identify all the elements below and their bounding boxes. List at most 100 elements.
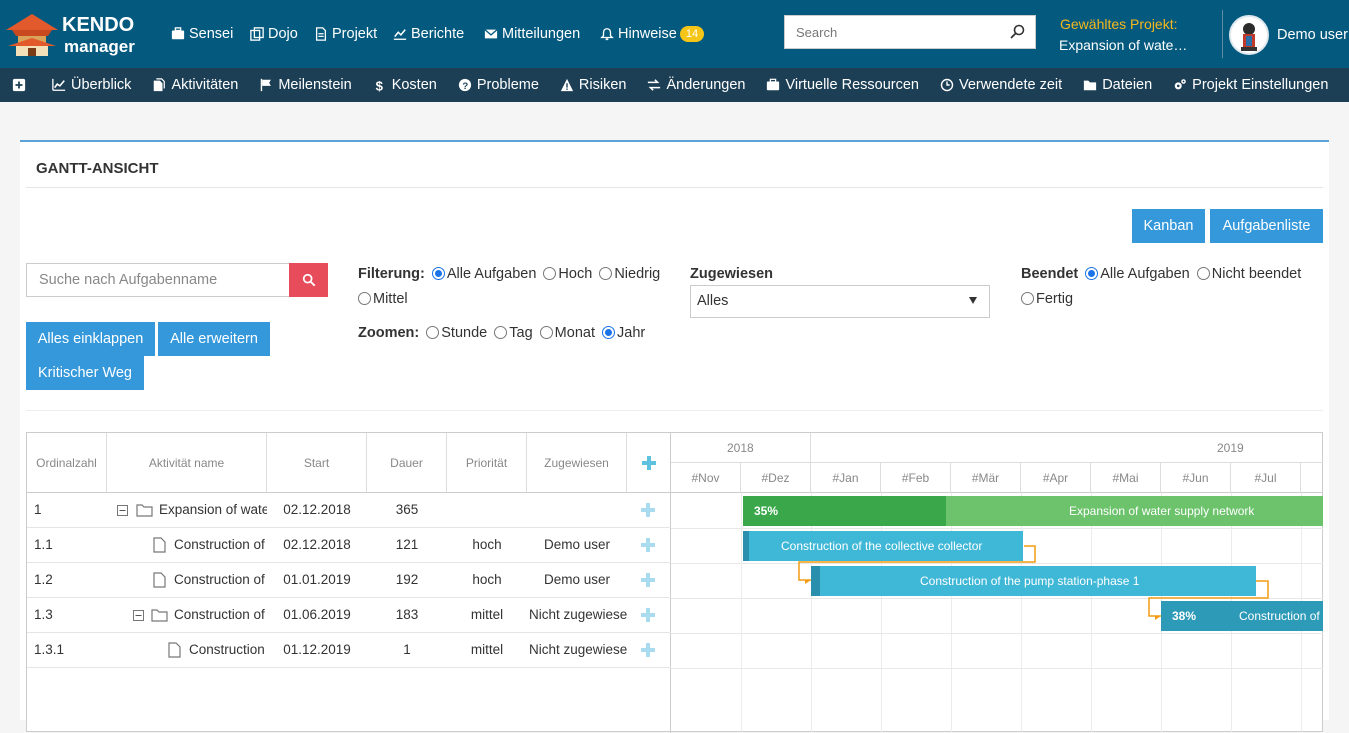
area-chart-icon: [52, 78, 66, 91]
collapse-toggle-icon[interactable]: [117, 505, 128, 516]
col-header-name[interactable]: Aktivität name: [107, 433, 267, 493]
gantt-bar[interactable]: Construction of the pump station-phase 1: [811, 566, 1256, 596]
filter-radio-medium[interactable]: [358, 292, 371, 305]
search-icon[interactable]: [1009, 24, 1025, 40]
nav-berichte[interactable]: Berichte: [393, 0, 464, 68]
finished-radio-done[interactable]: [1021, 292, 1034, 305]
row-name: Construction of the pump station-phase 1: [174, 572, 267, 587]
zoom-radio-hour[interactable]: [426, 326, 440, 339]
selected-project-name[interactable]: Expansion of wate…: [1059, 37, 1187, 53]
task-search-input[interactable]: [27, 264, 289, 296]
zoom-radio-year[interactable]: [602, 326, 616, 339]
add-task-icon[interactable]: [642, 456, 656, 470]
title-divider: [26, 187, 1323, 188]
file-icon: [153, 537, 166, 553]
nav-hinweise[interactable]: Hinweise 14: [600, 0, 705, 68]
add-subtask-icon[interactable]: [641, 573, 655, 587]
critical-path-button[interactable]: Kritischer Weg: [26, 356, 144, 390]
nav-projekt-label: Projekt: [332, 26, 378, 42]
nav-dojo[interactable]: Dojo: [250, 0, 298, 68]
subnav-verwendete-zeit[interactable]: Verwendete zeit: [940, 77, 1062, 93]
task-list-button[interactable]: Aufgabenliste: [1210, 209, 1323, 243]
row-assigned: Demo user: [543, 572, 611, 587]
row-start: 01.06.2019: [283, 607, 351, 622]
subnav-meilenstein[interactable]: Meilenstein: [259, 77, 352, 93]
subnav-probleme[interactable]: ? Probleme: [458, 77, 539, 93]
filter-radio-all[interactable]: [431, 267, 445, 280]
subnav-aenderungen[interactable]: Änderungen: [647, 77, 745, 93]
controls-divider: [26, 410, 1323, 411]
col-header-start[interactable]: Start: [267, 433, 367, 493]
subnav-aenderungen-label: Änderungen: [666, 77, 746, 93]
filter-option-all: Alle Aufgaben: [446, 266, 537, 282]
subnav-projekt-einstellungen[interactable]: Projekt Einstellungen: [1173, 77, 1328, 93]
gantt-bar[interactable]: Construction of the collective collector: [743, 531, 1023, 561]
copy-icon: [250, 27, 264, 41]
col-header-ordinal[interactable]: Ordinalzahl: [27, 433, 107, 493]
subnav-add[interactable]: [12, 78, 31, 92]
row-start: 02.12.2018: [283, 537, 351, 552]
col-header-priority[interactable]: Priorität: [447, 433, 527, 493]
zoom-radio-month[interactable]: [539, 326, 553, 339]
avatar[interactable]: [1229, 15, 1269, 55]
assigned-select[interactable]: Alles: [690, 285, 990, 318]
task-search-button[interactable]: [289, 263, 328, 297]
row-assigned: Nicht zugewiesen: [529, 642, 627, 657]
subnav-virtuelle-ressourcen[interactable]: Virtuelle Ressourcen: [766, 77, 919, 93]
warning-icon: [560, 78, 574, 92]
gantt-bar[interactable]: 38% Construction of the pump station-pha…: [1161, 601, 1323, 631]
filter-radio-high[interactable]: [543, 267, 557, 280]
briefcase-icon: [171, 27, 185, 40]
subnav-risiken[interactable]: Risiken: [560, 77, 626, 93]
finished-option-all: Alle Aufgaben: [1100, 266, 1190, 282]
gantt-bar-percent: 35%: [754, 504, 779, 518]
subnav-dateien[interactable]: Dateien: [1083, 77, 1152, 93]
cogs-icon: [1174, 79, 1186, 90]
nav-projekt[interactable]: Projekt: [314, 0, 377, 68]
gantt-chart: Ordinalzahl Aktivität name Start Dauer P…: [26, 432, 1323, 733]
row-duration: 1: [403, 642, 411, 657]
add-subtask-icon[interactable]: [641, 538, 655, 552]
kanban-button[interactable]: Kanban: [1132, 209, 1205, 243]
add-subtask-icon[interactable]: [641, 643, 655, 657]
subnav-ueberblick[interactable]: Überblick: [52, 77, 131, 93]
line-chart-icon: [393, 29, 407, 40]
subnav-probleme-label: Probleme: [476, 77, 539, 93]
add-subtask-icon[interactable]: [641, 503, 655, 517]
col-header-duration[interactable]: Dauer: [367, 433, 447, 493]
subnav-ueberblick-label: Überblick: [71, 77, 132, 93]
table-row[interactable]: 1.3 Construction of the pump station-pha…: [27, 598, 671, 633]
table-row[interactable]: 1 Expansion of water supply network 02.1…: [27, 493, 671, 528]
clock-icon: [940, 78, 954, 92]
suitcase-icon: [767, 78, 780, 91]
subnav-meilenstein-label: Meilenstein: [278, 77, 352, 93]
global-search-input[interactable]: [785, 16, 995, 48]
expand-all-button[interactable]: Alle erweitern: [158, 322, 270, 356]
table-row[interactable]: 1.1 Construction of the collective colle…: [27, 528, 671, 563]
row-name: Construction of the collective collector: [174, 537, 267, 552]
table-row[interactable]: 1.2 Construction of the pump station-pha…: [27, 563, 671, 598]
finished-radio-all[interactable]: [1085, 267, 1099, 280]
filter-radio-low[interactable]: [599, 267, 613, 280]
nav-mitteilungen[interactable]: Mitteilungen: [484, 0, 580, 68]
zoom-radio-day[interactable]: [494, 326, 508, 339]
logo-text-bottom: manager: [64, 37, 135, 56]
row-start: 01.01.2019: [283, 572, 351, 587]
subnav-kosten[interactable]: $ Kosten: [373, 77, 437, 93]
row-start: 01.12.2019: [283, 642, 351, 657]
gantt-bar[interactable]: 35% Expansion of water supply network: [743, 496, 1323, 526]
collapse-all-button[interactable]: Alles einklappen: [26, 322, 155, 356]
subnav-aktivitaeten[interactable]: Aktivitäten: [152, 77, 238, 93]
collapse-toggle-icon[interactable]: [133, 610, 144, 621]
table-row[interactable]: 1.3.1 Construction 01.12.2019 1 mittel N…: [27, 633, 671, 668]
finished-group-2: Fertig: [1018, 291, 1073, 307]
kendo-manager-logo[interactable]: KENDO manager: [4, 8, 154, 60]
nav-mitteilungen-label: Mitteilungen: [502, 26, 581, 42]
add-subtask-icon[interactable]: [641, 608, 655, 622]
flag-icon: [261, 78, 272, 92]
row-priority: [447, 493, 527, 528]
col-header-assigned[interactable]: Zugewiesen: [527, 433, 627, 493]
finished-radio-not-finished[interactable]: [1196, 267, 1210, 280]
user-name[interactable]: Demo user: [1277, 27, 1348, 43]
nav-sensei[interactable]: Sensei: [171, 0, 233, 68]
